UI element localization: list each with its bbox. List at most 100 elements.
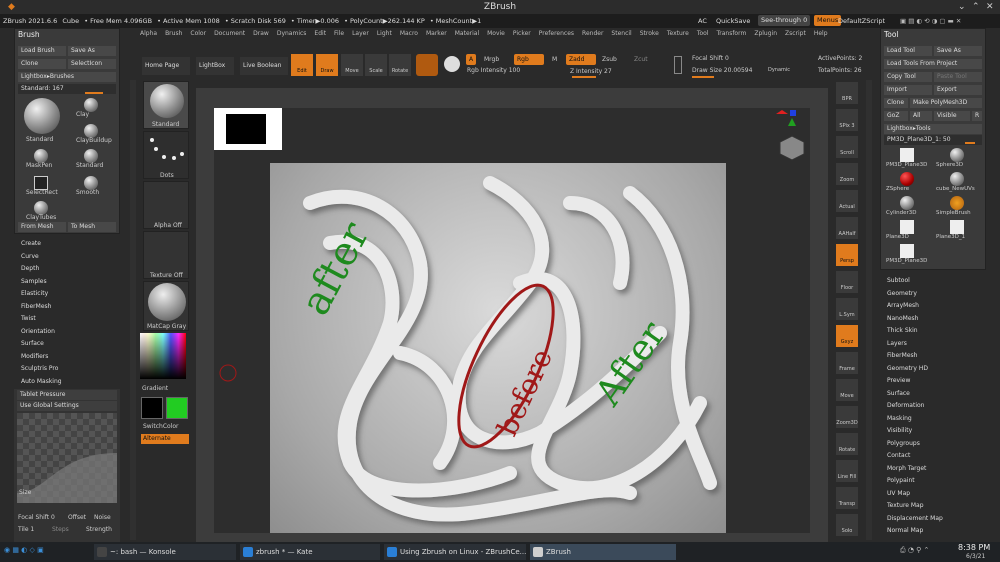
shelf-button-actual[interactable]: Actual [836,190,858,212]
to-mesh-button[interactable]: To Mesh [68,222,116,232]
tool-menu-contact[interactable]: Contact [887,450,943,463]
right-dock-bar[interactable] [866,80,872,540]
tool-menu-morph-target[interactable]: Morph Target [887,463,943,476]
focal-shift-top-slider[interactable]: Focal Shift 0 [692,55,729,62]
rotate-button[interactable]: Rotate [389,54,411,76]
copy-tool-button[interactable]: Copy Tool [884,72,932,82]
brush-item-smooth[interactable]: Smooth [68,174,116,198]
task-1[interactable]: zbrush * — Kate [240,544,380,560]
brush-menu-twist[interactable]: Twist [21,313,62,326]
tool-item-cylinder3d[interactable]: Cylinder3D [884,195,932,219]
zadd-button[interactable]: Zadd [566,54,596,65]
tool-menu-polypaint[interactable]: Polypaint [887,475,943,488]
tool-menu-displacement-map[interactable]: Displacement Map [887,513,943,526]
brush-menu-depth[interactable]: Depth [21,263,62,276]
menu-item-zplugin[interactable]: Zplugin [754,30,777,37]
a-button[interactable]: A [466,54,477,65]
z-intensity-slider[interactable]: Z Intensity 27 [570,68,612,75]
tool-menu-surface[interactable]: Surface [887,388,943,401]
focal-shift-slider[interactable]: Focal Shift 0 [18,514,55,521]
brush-item-claytubes[interactable]: ClayTubes [18,199,66,223]
save-tool-button[interactable]: Save As [934,46,982,56]
goz-button[interactable]: GoZ [884,111,908,121]
shelf-button-solo[interactable]: Solo [836,514,858,536]
scale-button[interactable]: Scale [365,54,387,76]
tool-menu-subtool[interactable]: Subtool [887,275,943,288]
menu-item-picker[interactable]: Picker [513,30,531,37]
offset-slider[interactable]: Offset [68,514,86,521]
menu-item-layer[interactable]: Layer [352,30,369,37]
minimize-icon[interactable]: ⌄ [958,0,966,14]
paste-tool-button[interactable]: Paste Tool [934,72,982,82]
from-mesh-button[interactable]: From Mesh [18,222,66,232]
stroke-dots-thumb[interactable]: Dots [143,131,189,179]
color-picker[interactable] [140,333,186,379]
task-0[interactable]: ~: bash — Konsole [94,544,236,560]
all-button[interactable]: All [910,111,932,121]
menu-item-preferences[interactable]: Preferences [539,30,574,37]
tool-menu-geometry-hd[interactable]: Geometry HD [887,363,943,376]
tool-menu-uv-map[interactable]: UV Map [887,488,943,501]
left-dock-bar[interactable] [130,80,136,540]
tile-slider[interactable]: Tile 1 [18,526,34,533]
tool-menu-thick-skin[interactable]: Thick Skin [887,325,943,338]
menu-item-light[interactable]: Light [377,30,392,37]
shelf-button-line-fill[interactable]: Line Fill [836,460,858,482]
close-icon[interactable]: ✕ [986,0,994,14]
maximize-icon[interactable]: ⌃ [972,0,980,14]
tool-menu-preview[interactable]: Preview [887,375,943,388]
import-button[interactable]: Import [884,85,932,95]
menu-item-help[interactable]: Help [814,30,828,37]
tool-menu-fibermesh[interactable]: FiberMesh [887,350,943,363]
menu-item-macro[interactable]: Macro [400,30,418,37]
tool-menu-visibility[interactable]: Visibility [887,425,943,438]
alpha-thumb[interactable]: Alpha Off [143,181,189,229]
gradient-label[interactable]: Gradient [142,385,168,392]
brush-menu-auto-masking[interactable]: Auto Masking [21,376,62,389]
tool-item-pm3d_plane3d[interactable]: PM3D_Plane3D [884,243,932,267]
menu-item-document[interactable]: Document [214,30,245,37]
shelf-button-persp[interactable]: Persp [836,244,858,266]
load-brush-button[interactable]: Load Brush [18,46,66,56]
load-tool-button[interactable]: Load Tool [884,46,932,56]
menu-item-edit[interactable]: Edit [314,30,326,37]
brush-menu-sculptris-pro[interactable]: Sculptris Pro [21,363,62,376]
ac-text[interactable]: AC [698,14,707,28]
canvas[interactable]: after before After [214,108,810,533]
stroke-mode-icon[interactable] [416,54,438,76]
draw-button[interactable]: Draw [316,54,338,76]
menu-item-stroke[interactable]: Stroke [640,30,659,37]
brush-menu-samples[interactable]: Samples [21,276,62,289]
brush-item-clay[interactable]: Clay [68,96,116,120]
sphere-mode-icon[interactable] [444,56,460,72]
load-from-project-button[interactable]: Load Tools From Project [884,59,982,69]
strength-slider[interactable]: Strength [86,526,112,533]
standard-brush-thumb[interactable]: Standard [143,81,189,129]
tool-item-sphere3d[interactable]: Sphere3D [934,147,982,171]
menu-item-color[interactable]: Color [190,30,206,37]
start-menu-icon[interactable]: ◉ ▦ ◐ ◇ ▣ [4,546,44,554]
tool-item-cube_newuvs[interactable]: cube_NewUVs [934,171,982,195]
clone-tool-button[interactable]: Clone [884,98,908,108]
steps-slider[interactable]: Steps [52,526,69,533]
visible-button[interactable]: Visible [934,111,970,121]
menu-item-tool[interactable]: Tool [697,30,709,37]
texture-thumb[interactable]: Texture Off [143,231,189,279]
shelf-button-move[interactable]: Move [836,379,858,401]
shelf-button-aahalf[interactable]: AAHalf [836,217,858,239]
tool-item-simplebrush[interactable]: SimpleBrush [934,195,982,219]
selecticon-button[interactable]: SelectIcon [68,59,116,69]
tool-menu-arraymesh[interactable]: ArrayMesh [887,300,943,313]
export-button[interactable]: Export [934,85,982,95]
zsub-button[interactable]: Zsub [602,56,617,63]
menu-item-render[interactable]: Render [582,30,603,37]
tool-menu-deformation[interactable]: Deformation [887,400,943,413]
brush-item-selectrect[interactable]: SelectRect [18,174,66,198]
tablet-pressure-button[interactable]: Tablet Pressure [17,390,117,400]
shelf-button-rotate[interactable]: Rotate [836,433,858,455]
menu-item-brush[interactable]: Brush [165,30,182,37]
menu-item-zscript[interactable]: Zscript [785,30,806,37]
shelf-button-bpr[interactable]: BPR [836,82,858,104]
see-through-slider[interactable]: See-through 0 [758,15,811,26]
move-button[interactable]: Move [341,54,363,76]
